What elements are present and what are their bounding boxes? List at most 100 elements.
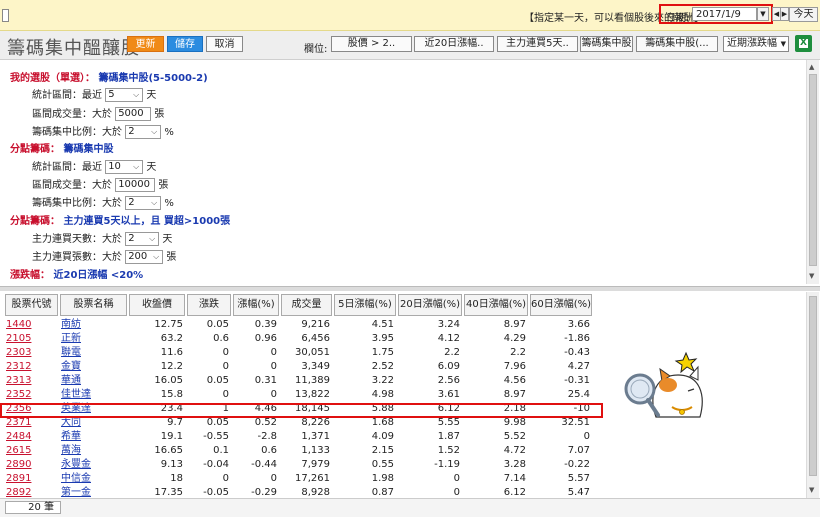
cell-change: 0.1: [213, 445, 229, 456]
table-row[interactable]: 2891 中信金 18 0 0 17,261 1.98 0 7.14 5.57: [5, 472, 592, 485]
field-button-price[interactable]: 股價 > 2..: [331, 36, 412, 52]
cell-name[interactable]: 南紡: [61, 318, 125, 331]
cell-name[interactable]: 佳世達: [61, 388, 125, 401]
today-button[interactable]: 今天: [789, 7, 818, 22]
cell-name[interactable]: 聯電: [61, 346, 125, 359]
table-row[interactable]: 2890 永豐金 9.13 -0.04 -0.44 7,979 0.55 -1.19 3.28 -…: [5, 458, 592, 471]
header-code[interactable]: 股票代號: [5, 294, 58, 316]
g2-days-select[interactable]: 10 ⌵: [105, 160, 144, 174]
cell-change-pct: 0: [270, 361, 277, 372]
g1-volume-input[interactable]: 5000: [115, 107, 152, 121]
header-60d[interactable]: 60日漲幅(%): [530, 294, 592, 316]
g2-volume-input[interactable]: 10000: [115, 178, 156, 192]
cell-60d: -0.31: [564, 375, 590, 386]
header-5d[interactable]: 5日漲幅(%): [334, 294, 396, 316]
criteria-label: 區間成交量：大於: [32, 180, 112, 191]
g3-lots-select[interactable]: 200 ⌵: [125, 250, 164, 264]
table-row[interactable]: 2352 佳世達 15.8 0 0 13,822 4.98 3.61 8.97 25.4: [5, 388, 592, 401]
cell-60d: 5.57: [567, 473, 590, 484]
cell-60d: 3.66: [567, 319, 590, 330]
sort-select[interactable]: 近期漲跌幅 ▼: [723, 36, 789, 52]
cell-volume: 1,371: [301, 431, 330, 442]
chevron-down-icon: ⌵: [133, 90, 140, 99]
scrollbar-thumb[interactable]: [809, 74, 817, 266]
cell-volume: 3,349: [301, 361, 330, 372]
next-date-icon[interactable]: ▶: [780, 7, 789, 21]
g1-ratio-select[interactable]: 2 ⌵: [125, 125, 162, 139]
cell-20d: -1.19: [434, 459, 460, 470]
header-close[interactable]: 收盤價: [129, 294, 185, 316]
panel-splitter[interactable]: [0, 286, 820, 291]
header-change[interactable]: 漲跌: [187, 294, 231, 316]
panel-edge-handle[interactable]: [2, 9, 9, 22]
header-20d[interactable]: 20日漲幅(%): [398, 294, 462, 316]
scroll-down-icon[interactable]: ▼: [809, 272, 814, 280]
table-row[interactable]: 2105 正新 63.2 0.6 0.96 6,456 3.95 4.12 4.29 -1.86: [5, 332, 592, 345]
cell-code[interactable]: 2303: [6, 346, 56, 359]
field-button-main-force[interactable]: 主力連買5天..: [497, 36, 578, 52]
bell-icon: [679, 409, 685, 415]
cell-name[interactable]: 金寶: [61, 360, 125, 373]
g2-ratio-select[interactable]: 2 ⌵: [125, 196, 162, 210]
scrollbar-thumb[interactable]: [809, 296, 817, 476]
cell-close: 11.6: [160, 347, 183, 358]
cell-code[interactable]: 2352: [6, 388, 56, 401]
table-row[interactable]: 2484 希華 19.1 -0.55 -2.8 1,371 4.09 1.87 5.52 0: [5, 430, 592, 443]
field-button-chip-concentration[interactable]: 籌碼集中股: [580, 36, 633, 52]
table-row[interactable]: 1440 南紡 12.75 0.05 0.39 9,216 4.51 3.24 8.97 3.66: [5, 318, 592, 331]
cancel-button[interactable]: 取消: [206, 36, 243, 52]
chevron-down-icon: ⌵: [151, 198, 158, 207]
field-button-20d-change[interactable]: 近20日漲幅..: [414, 36, 494, 52]
cell-5d: 0.87: [371, 487, 394, 498]
cell-code[interactable]: 2615: [6, 444, 56, 457]
field-button-chip-concentration-2[interactable]: 籌碼集中股(...: [636, 36, 718, 52]
cell-code[interactable]: 2484: [6, 430, 56, 443]
cell-40d: 5.52: [503, 431, 526, 442]
date-input[interactable]: 2017/1/9: [692, 7, 757, 21]
table-row[interactable]: 2615 萬海 16.65 0.1 0.6 1,133 2.15 1.52 4.72 7.07: [5, 444, 592, 457]
cell-20d: 2.56: [437, 375, 460, 386]
cell-name[interactable]: 第一金: [61, 486, 125, 498]
cell-code[interactable]: 2313: [6, 374, 56, 387]
cell-name[interactable]: 正新: [61, 332, 125, 345]
g1-days-select[interactable]: 5 ⌵: [105, 88, 144, 102]
table-row[interactable]: 2892 第一金 17.35 -0.05 -0.29 8,928 0.87 0 6.12 5.47: [5, 486, 592, 498]
unit-label: 張: [158, 180, 169, 191]
scroll-down-icon[interactable]: ▼: [809, 486, 814, 494]
cell-name[interactable]: 華通: [61, 374, 125, 387]
grid-scrollbar[interactable]: ▼: [806, 292, 819, 498]
date-dropdown-icon[interactable]: ▼: [757, 7, 769, 21]
cell-60d: -0.43: [564, 347, 590, 358]
sort-select-value: 近期漲跌幅: [727, 38, 777, 49]
cell-code[interactable]: 1440: [6, 318, 56, 331]
header-volume[interactable]: 成交量: [281, 294, 332, 316]
header-name[interactable]: 股票名稱: [60, 294, 127, 316]
select-value: 2: [128, 233, 135, 244]
unit-label: 天: [146, 162, 157, 173]
cell-volume: 9,216: [301, 319, 330, 330]
cell-name[interactable]: 永豐金: [61, 458, 125, 471]
header-change-pct[interactable]: 漲幅(%): [233, 294, 279, 316]
cell-code[interactable]: 2891: [6, 472, 56, 485]
cell-volume: 7,979: [301, 459, 330, 470]
table-row[interactable]: 2303 聯電 11.6 0 0 30,051 1.75 2.2 2.2 -0.43: [5, 346, 592, 359]
update-button[interactable]: 更新: [127, 36, 164, 52]
save-button[interactable]: 儲存: [167, 36, 203, 52]
excel-export-icon[interactable]: [795, 35, 812, 52]
scroll-up-icon[interactable]: ▲: [809, 63, 814, 71]
star-icon: [674, 351, 698, 374]
cell-name[interactable]: 希華: [61, 430, 125, 443]
cell-code[interactable]: 2890: [6, 458, 56, 471]
cell-code[interactable]: 2312: [6, 360, 56, 373]
table-row[interactable]: 2312 金寶 12.2 0 0 3,349 2.52 6.09 7.96 4.27: [5, 360, 592, 373]
cell-code[interactable]: 2105: [6, 332, 56, 345]
cell-code[interactable]: 2892: [6, 486, 56, 498]
criteria-scrollbar[interactable]: ▲ ▼: [806, 60, 819, 284]
cell-name[interactable]: 萬海: [61, 444, 125, 457]
table-row[interactable]: 2313 華通 16.05 0.05 0.31 11,389 3.22 2.56 4.56 -0.…: [5, 374, 592, 387]
cell-name[interactable]: 中信金: [61, 472, 125, 485]
cell-change: 0: [222, 473, 229, 484]
cell-volume: 1,133: [301, 445, 330, 456]
g3-days-select[interactable]: 2 ⌵: [125, 232, 160, 246]
header-40d[interactable]: 40日漲幅(%): [464, 294, 528, 316]
